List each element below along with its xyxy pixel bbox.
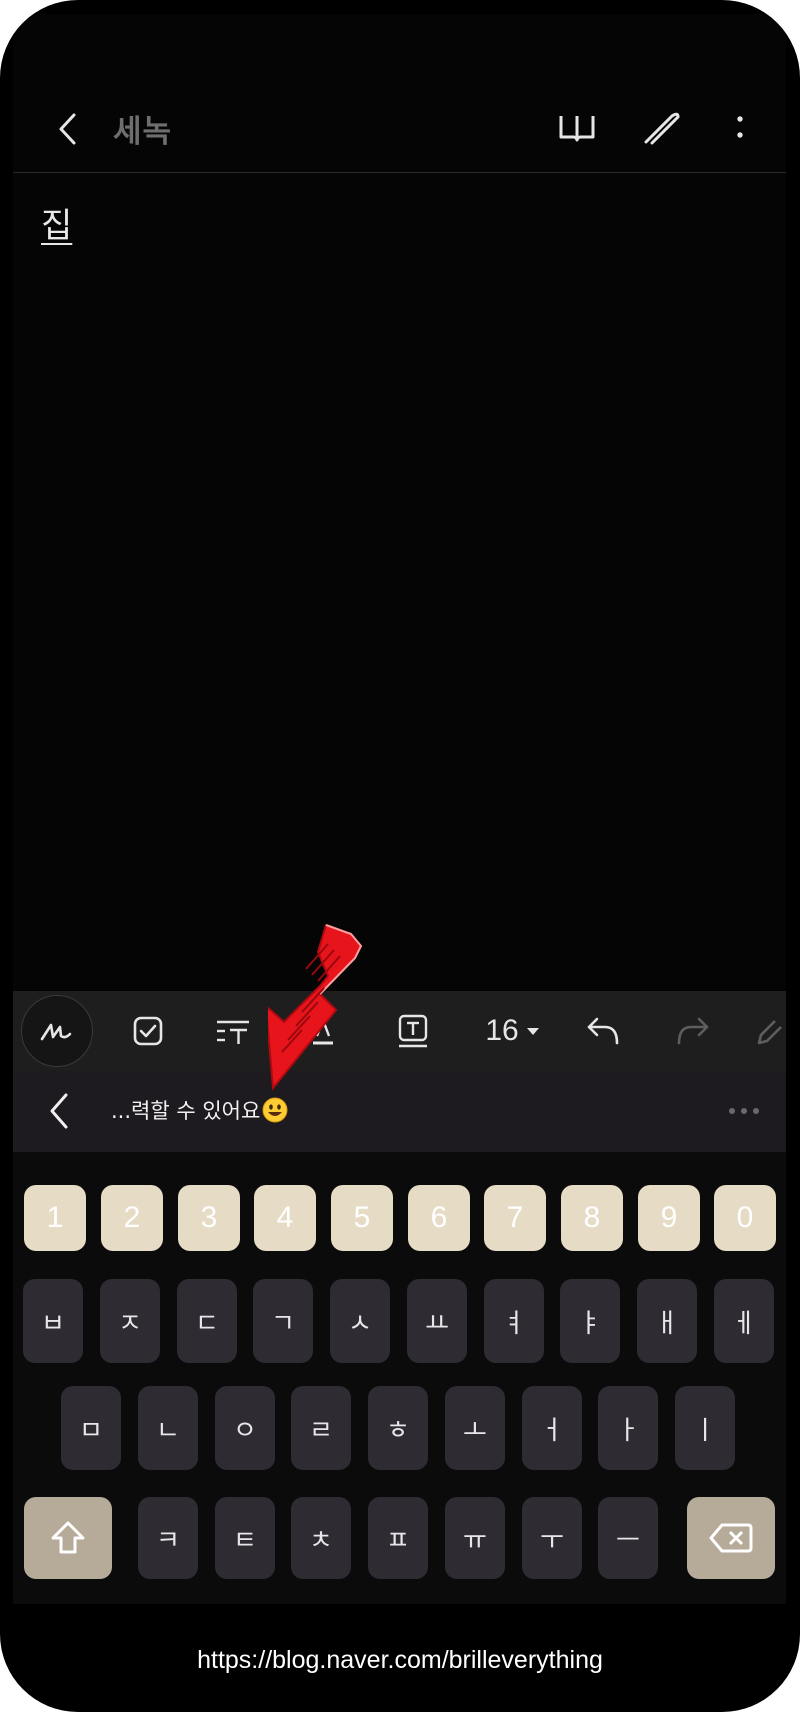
key-0[interactable]: 0 xyxy=(714,1185,776,1251)
back-button[interactable] xyxy=(43,104,93,154)
back-icon xyxy=(50,1093,68,1129)
key-9[interactable]: 9 xyxy=(638,1185,700,1251)
undo-button[interactable] xyxy=(573,991,633,1071)
key-letter[interactable]: ㅠ xyxy=(445,1497,505,1579)
key-letter[interactable]: ㅋ xyxy=(138,1497,198,1579)
suggestion-back-button[interactable] xyxy=(33,1085,85,1137)
shift-key[interactable] xyxy=(24,1497,112,1579)
key-letter[interactable]: ㅊ xyxy=(291,1497,351,1579)
text-background-button[interactable] xyxy=(383,991,443,1071)
backspace-icon xyxy=(709,1523,753,1553)
handwriting-button-circle xyxy=(21,995,93,1067)
key-letter[interactable]: ㄷ xyxy=(177,1279,237,1363)
key-6[interactable]: 6 xyxy=(408,1185,470,1251)
book-icon xyxy=(559,116,595,142)
formatting-toolbar: 16 xyxy=(13,991,786,1071)
key-letter[interactable]: ㅣ xyxy=(675,1386,735,1470)
text-style-icon xyxy=(217,1020,249,1044)
key-letter[interactable]: ㅑ xyxy=(560,1279,620,1363)
undo-icon xyxy=(587,1017,619,1045)
back-icon xyxy=(59,113,76,145)
reading-mode-button[interactable] xyxy=(547,100,607,156)
note-body-text[interactable]: 집 xyxy=(41,198,72,247)
suggestion-more-button[interactable] xyxy=(728,1101,768,1121)
key-letter[interactable]: ㅍ xyxy=(368,1497,428,1579)
key-letter[interactable]: ㅇ xyxy=(215,1386,275,1470)
key-3[interactable]: 3 xyxy=(178,1185,240,1251)
more-vertical-icon xyxy=(737,116,743,138)
key-letter[interactable]: ㅛ xyxy=(407,1279,467,1363)
key-letter[interactable]: ㄴ xyxy=(138,1386,198,1470)
key-letter[interactable]: ㅗ xyxy=(445,1386,505,1470)
key-letter[interactable]: ㅎ xyxy=(368,1386,428,1470)
key-letter[interactable]: ㅓ xyxy=(522,1386,582,1470)
app-header: 세녹 xyxy=(13,14,786,172)
key-letter[interactable]: ㅕ xyxy=(484,1279,544,1363)
pen-icon xyxy=(644,112,680,145)
checkbox-button[interactable] xyxy=(118,991,178,1071)
keyboard: 1 2 3 4 5 6 7 8 9 0 ㅂ ㅈ ㄷ ㄱ ㅅ ㅛ ㅕ ㅑ ㅐ ㅔ … xyxy=(13,1152,786,1604)
header-divider xyxy=(13,172,786,173)
dropdown-caret-icon xyxy=(526,1028,539,1035)
redo-icon xyxy=(677,1017,709,1045)
font-color-icon xyxy=(313,1016,333,1045)
key-letter[interactable]: ㄹ xyxy=(291,1386,351,1470)
key-4[interactable]: 4 xyxy=(254,1185,316,1251)
key-letter[interactable]: ㅌ xyxy=(215,1497,275,1579)
key-letter[interactable]: ㄱ xyxy=(253,1279,313,1363)
key-letter[interactable]: ㅁ xyxy=(61,1386,121,1470)
font-size-selector[interactable]: 16 xyxy=(473,991,553,1071)
key-letter[interactable]: ㅏ xyxy=(598,1386,658,1470)
eraser-button[interactable] xyxy=(753,991,786,1071)
smiling-face-emoji xyxy=(262,1097,288,1123)
backspace-key[interactable] xyxy=(687,1497,775,1579)
key-letter[interactable]: ㅅ xyxy=(330,1279,390,1363)
suggestion-text[interactable]: ...력할 수 있어요 xyxy=(111,1095,288,1125)
key-letter[interactable]: ㅐ xyxy=(637,1279,697,1363)
key-letter[interactable]: ㅈ xyxy=(100,1279,160,1363)
text-style-button[interactable] xyxy=(203,991,263,1071)
pen-mode-button[interactable] xyxy=(633,100,693,156)
key-8[interactable]: 8 xyxy=(561,1185,623,1251)
key-letter[interactable]: ㅔ xyxy=(714,1279,774,1363)
text-background-icon xyxy=(398,1014,428,1048)
key-2[interactable]: 2 xyxy=(101,1185,163,1251)
handwriting-button[interactable] xyxy=(20,991,94,1071)
phone-frame: 세녹 집 16 ...력할 수 있어요 1 2 3 4 5 6 7 8 9 0 … xyxy=(0,0,800,1712)
key-letter[interactable]: ㅜ xyxy=(522,1497,582,1579)
blog-url-watermark: https://blog.naver.com/brilleverything xyxy=(197,1646,603,1674)
redo-button[interactable] xyxy=(663,991,723,1071)
eraser-icon xyxy=(757,1020,782,1045)
suggestion-text-label: ...력할 수 있어요 xyxy=(111,1099,261,1123)
suggestion-bar: ...력할 수 있어요 xyxy=(13,1071,786,1152)
handwriting-icon xyxy=(40,1023,72,1041)
key-5[interactable]: 5 xyxy=(331,1185,393,1251)
font-size-value: 16 xyxy=(485,1014,519,1047)
key-1[interactable]: 1 xyxy=(24,1185,86,1251)
note-title[interactable]: 세녹 xyxy=(113,106,172,151)
checkbox-icon xyxy=(133,1016,163,1046)
more-horizontal-icon xyxy=(729,1108,759,1114)
shift-icon xyxy=(51,1521,85,1554)
key-7[interactable]: 7 xyxy=(484,1185,546,1251)
key-letter[interactable]: ㅡ xyxy=(598,1497,658,1579)
font-color-button[interactable] xyxy=(293,991,353,1071)
key-letter[interactable]: ㅂ xyxy=(23,1279,83,1363)
more-options-button[interactable] xyxy=(715,100,765,156)
screen: 세녹 집 16 ...력할 수 있어요 1 2 3 4 5 6 7 8 9 0 … xyxy=(13,14,786,1604)
